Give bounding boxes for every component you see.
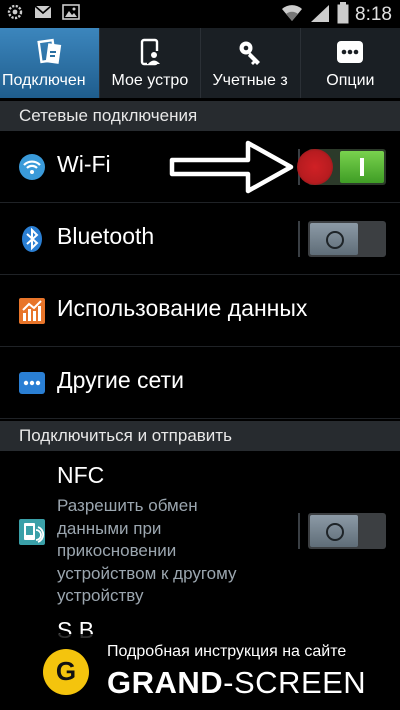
nfc-title: NFC xyxy=(57,462,105,488)
tab-label: Опции xyxy=(326,72,375,89)
connections-icon xyxy=(36,38,64,66)
wifi-signal-icon xyxy=(281,3,303,27)
row-data-usage[interactable]: Использование данных xyxy=(0,275,400,347)
more-networks-icon xyxy=(18,369,46,397)
section-header-connect-share: Подключиться и отправить xyxy=(0,421,400,451)
key-icon xyxy=(236,38,264,66)
nfc-description: Разрешить обмен данными при прикосновени… xyxy=(57,495,287,608)
banner-brand: GRAND-SCREEN xyxy=(107,665,366,701)
device-icon xyxy=(136,38,164,66)
image-icon xyxy=(62,4,80,20)
nfc-description-line: устройству xyxy=(57,586,144,606)
row-label: Wi-Fi xyxy=(57,151,111,177)
battery-icon xyxy=(337,2,349,28)
banner-text: Подробная инструкция на сайте xyxy=(107,643,347,660)
row-divider xyxy=(298,513,300,549)
nfc-description-line: прикосновении xyxy=(57,541,177,561)
row-label: Другие сети xyxy=(57,367,184,393)
bluetooth-toggle[interactable] xyxy=(308,221,386,257)
tab-label: Мое устро xyxy=(111,72,189,89)
tab-accounts[interactable]: Учетные з xyxy=(201,28,301,98)
nfc-toggle[interactable] xyxy=(308,513,386,549)
tab-label: Учетные з xyxy=(212,72,288,89)
grand-screen-logo: G xyxy=(43,649,89,695)
section-title: Подключиться и отправить xyxy=(19,426,232,445)
section-title: Сетевые подключения xyxy=(19,106,198,125)
mail-icon xyxy=(34,4,52,20)
toggle-knob xyxy=(340,151,384,183)
wifi-icon xyxy=(18,153,46,181)
arrow-pointer-icon xyxy=(169,140,294,194)
bluetooth-icon xyxy=(18,225,46,253)
row-other-networks[interactable]: Другие сети xyxy=(0,347,400,419)
status-bar: 8:18 xyxy=(0,0,400,28)
row-label: Использование данных xyxy=(57,295,308,321)
clock: 8:18 xyxy=(355,4,392,25)
site-banner: G Подробная инструкция на сайте GRAND-SC… xyxy=(0,634,400,710)
red-marker xyxy=(297,149,333,185)
toggle-knob xyxy=(310,515,358,547)
section-header-network: Сетевые подключения xyxy=(0,101,400,131)
nfc-description-line: данными при xyxy=(57,518,162,538)
data-usage-icon xyxy=(18,297,46,325)
tab-label: Подключен xyxy=(2,72,86,89)
tab-bar: Подключен Мое устро Учетные з Опции xyxy=(0,28,400,98)
nfc-description-line: Разрешить обмен xyxy=(57,496,198,515)
brand-bold: GRAND xyxy=(107,665,224,700)
brand-rest: -SCREEN xyxy=(223,665,367,700)
nfc-icon xyxy=(18,518,46,546)
tab-connections[interactable]: Подключен xyxy=(0,28,101,98)
row-label: Bluetooth xyxy=(57,223,155,249)
nfc-description-line: устройством к другому xyxy=(57,563,237,583)
logo-letter: G xyxy=(55,656,77,686)
row-divider xyxy=(298,221,300,257)
toggle-knob xyxy=(310,223,358,255)
more-icon xyxy=(336,38,364,66)
cellular-signal-icon xyxy=(309,3,331,27)
tab-options[interactable]: Опции xyxy=(301,28,400,98)
settings-icon xyxy=(6,4,24,20)
tab-my-device[interactable]: Мое устро xyxy=(100,28,201,98)
